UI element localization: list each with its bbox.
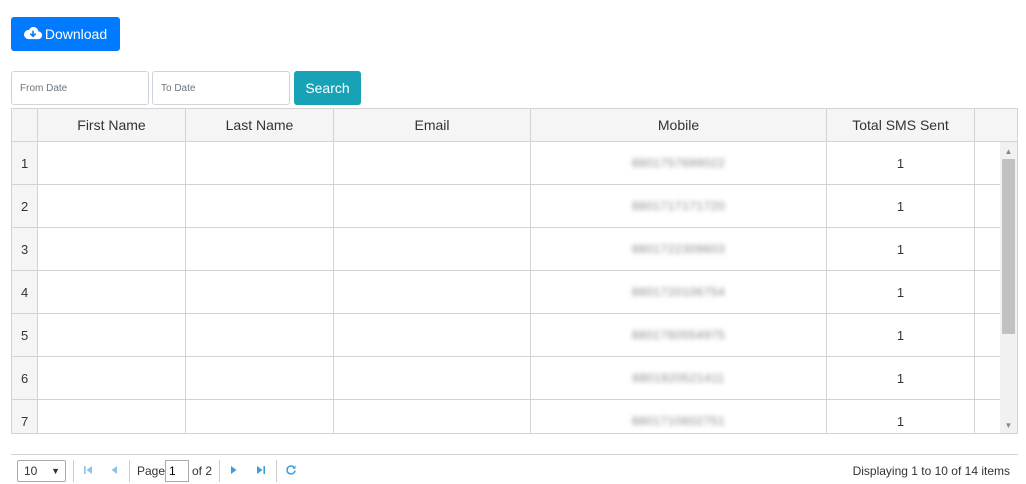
next-page-icon[interactable]: [226, 461, 242, 479]
header-email[interactable]: Email: [334, 109, 531, 141]
header-total-sms-sent[interactable]: Total SMS Sent: [827, 109, 975, 141]
email-cell: [334, 357, 531, 399]
prev-page-icon[interactable]: [106, 461, 122, 479]
last-name-cell: [186, 314, 334, 356]
table-row[interactable]: 6 8801920521411 1: [12, 357, 1000, 400]
last-name-cell: [186, 228, 334, 270]
last-page-icon[interactable]: [253, 461, 269, 479]
table-row[interactable]: 4 8801720106754 1: [12, 271, 1000, 314]
table-row[interactable]: 5 8801760554975 1: [12, 314, 1000, 357]
total-sms-cell: 1: [827, 271, 975, 313]
total-sms-cell: 1: [827, 314, 975, 356]
row-number: 7: [12, 400, 38, 433]
mobile-value: 8801710602751: [631, 414, 726, 428]
scrollbar-thumb[interactable]: [1002, 159, 1015, 334]
email-cell: [334, 228, 531, 270]
first-name-cell: [38, 357, 186, 399]
last-name-cell: [186, 357, 334, 399]
pager-separator: [73, 460, 74, 482]
first-name-cell: [38, 400, 186, 433]
last-name-cell: [186, 142, 334, 184]
email-cell: [334, 185, 531, 227]
mobile-cell: 8801920521411: [531, 357, 827, 399]
pagination-bar: 10 ▼ Page of 2 Displaying 1 to 10 of 14 …: [11, 454, 1018, 484]
mobile-cell: 8801760554975: [531, 314, 827, 356]
email-cell: [334, 400, 531, 433]
vertical-scrollbar[interactable]: ▲ ▼: [1000, 142, 1017, 433]
page-total: of 2: [192, 464, 213, 478]
header-filler: [975, 109, 1017, 141]
chevron-down-icon: ▼: [51, 466, 60, 476]
mobile-value: 8801722309603: [631, 242, 726, 256]
first-page-icon[interactable]: [80, 461, 96, 479]
refresh-icon[interactable]: [283, 461, 299, 479]
header-rownum: [12, 109, 38, 141]
row-number: 6: [12, 357, 38, 399]
total-sms-cell: 1: [827, 357, 975, 399]
pager-separator: [219, 460, 220, 482]
email-cell: [334, 142, 531, 184]
scroll-down-arrow-icon[interactable]: ▼: [1000, 418, 1017, 432]
last-name-cell: [186, 271, 334, 313]
header-mobile[interactable]: Mobile: [531, 109, 827, 141]
first-name-cell: [38, 271, 186, 313]
mobile-value: 8801760554975: [631, 328, 726, 342]
table-row[interactable]: 3 8801722309603 1: [12, 228, 1000, 271]
total-sms-cell: 1: [827, 228, 975, 270]
page-size-select[interactable]: 10 ▼: [17, 460, 66, 482]
table-row[interactable]: 1 8801757699022 1: [12, 142, 1000, 185]
cloud-download-icon: [23, 26, 42, 43]
mobile-value: 8801717171720: [631, 199, 726, 213]
table-row[interactable]: 2 8801717171720 1: [12, 185, 1000, 228]
mobile-cell: 8801717171720: [531, 185, 827, 227]
mobile-cell: 8801710602751: [531, 400, 827, 433]
mobile-value: 8801920521411: [632, 371, 725, 385]
row-number: 4: [12, 271, 38, 313]
first-name-cell: [38, 228, 186, 270]
first-name-cell: [38, 185, 186, 227]
mobile-cell: 8801720106754: [531, 271, 827, 313]
mobile-value: 8801720106754: [631, 285, 726, 299]
mobile-cell: 8801722309603: [531, 228, 827, 270]
pager-separator: [129, 460, 130, 482]
scroll-up-arrow-icon[interactable]: ▲: [1000, 144, 1017, 158]
total-sms-cell: 1: [827, 185, 975, 227]
current-page-input[interactable]: [165, 460, 189, 482]
row-number: 5: [12, 314, 38, 356]
search-button[interactable]: Search: [294, 71, 361, 105]
row-number: 3: [12, 228, 38, 270]
mobile-value: 8801757699022: [631, 156, 726, 170]
grid-body: 1 8801757699022 1 2 8801717171720 1 3 88…: [12, 142, 1000, 433]
grid-header: First Name Last Name Email Mobile Total …: [12, 109, 1017, 142]
page-label: Page: [137, 464, 166, 478]
mobile-cell: 8801757699022: [531, 142, 827, 184]
total-sms-cell: 1: [827, 142, 975, 184]
download-label: Download: [44, 26, 108, 42]
page-size-value: 10: [24, 464, 38, 478]
row-number: 2: [12, 185, 38, 227]
header-first-name[interactable]: First Name: [38, 109, 186, 141]
to-date-input[interactable]: [152, 71, 290, 105]
total-sms-cell: 1: [827, 400, 975, 433]
last-name-cell: [186, 185, 334, 227]
table-row[interactable]: 7 8801710602751 1: [12, 400, 1000, 433]
email-cell: [334, 314, 531, 356]
row-number: 1: [12, 142, 38, 184]
email-cell: [334, 271, 531, 313]
first-name-cell: [38, 314, 186, 356]
pager-separator: [276, 460, 277, 482]
header-last-name[interactable]: Last Name: [186, 109, 334, 141]
display-info: Displaying 1 to 10 of 14 items: [852, 464, 1010, 478]
data-grid: First Name Last Name Email Mobile Total …: [11, 108, 1018, 434]
download-button[interactable]: Download: [11, 17, 120, 51]
last-name-cell: [186, 400, 334, 433]
from-date-input[interactable]: [11, 71, 149, 105]
first-name-cell: [38, 142, 186, 184]
